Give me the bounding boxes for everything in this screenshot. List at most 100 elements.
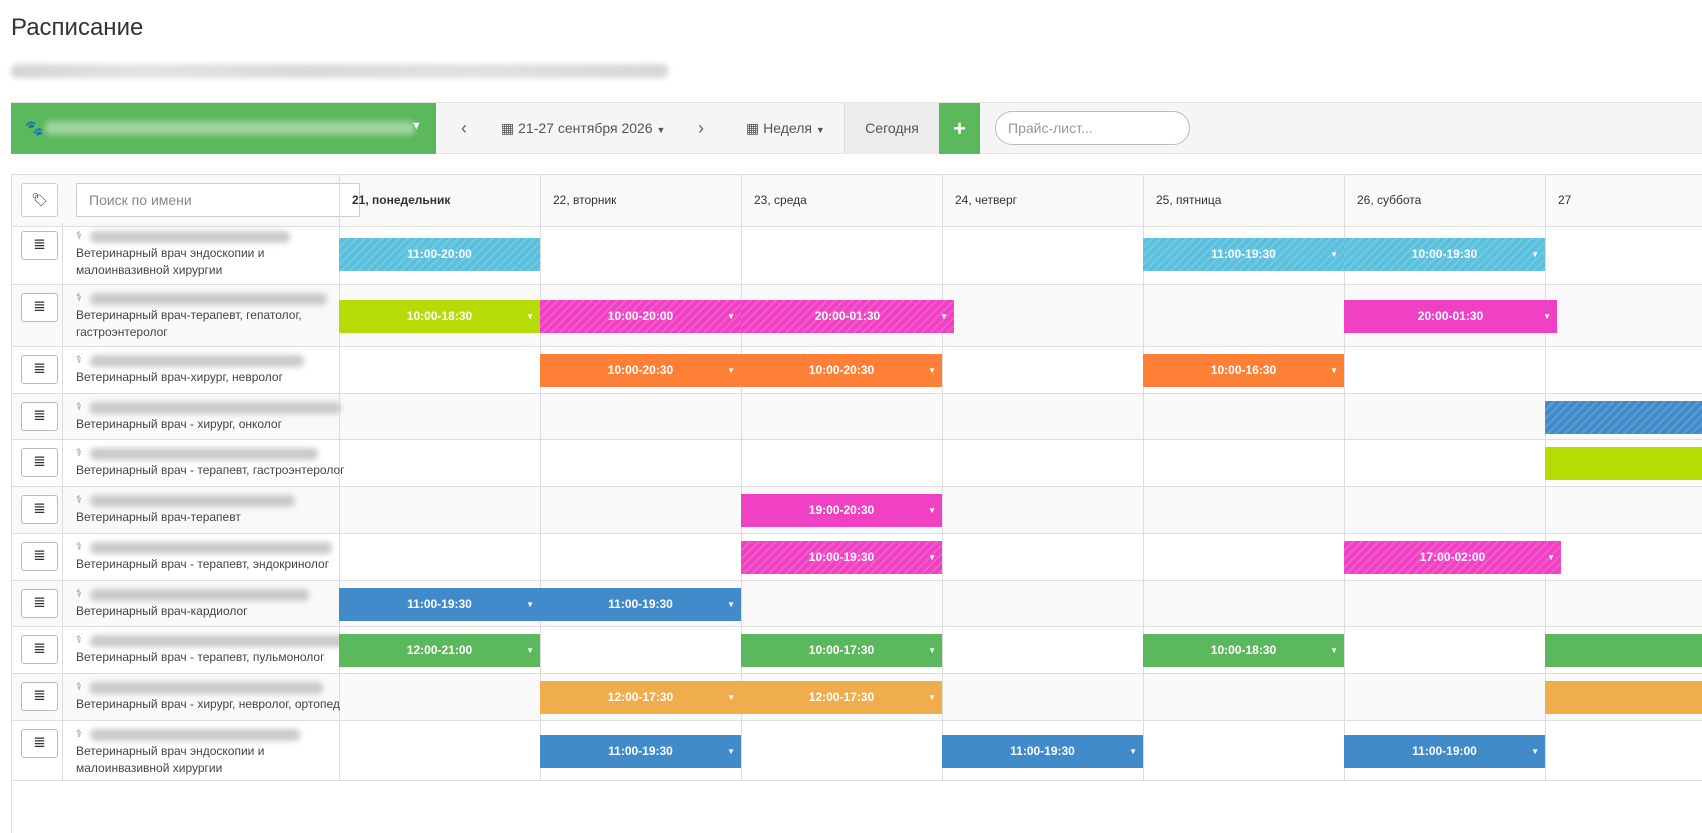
day-header: 25, пятница (1143, 175, 1344, 226)
chevron-down-icon[interactable]: ▼ (526, 634, 534, 667)
chevron-down-icon[interactable]: ▼ (1531, 735, 1539, 768)
shift-block[interactable]: 11:00-19:30 ▼ (540, 735, 741, 768)
list-icon: ≣ (33, 453, 46, 470)
row-menu-button[interactable]: ≣ (21, 293, 58, 322)
shift-time: 11:00-19:30 (608, 597, 673, 611)
column-divider (942, 347, 943, 393)
shift-block[interactable]: 10:00-18:30 ▼ (1143, 634, 1344, 667)
today-button[interactable]: Сегодня (844, 103, 939, 154)
name-search-input[interactable] (76, 183, 360, 217)
chevron-down-icon[interactable]: ▼ (1543, 300, 1551, 333)
chevron-down-icon[interactable]: ▼ (1330, 634, 1338, 667)
shift-block[interactable]: 10:00-19:30 ▼ (741, 541, 942, 574)
chevron-down-icon[interactable]: ▼ (1330, 354, 1338, 387)
chevron-down-icon[interactable]: ▼ (928, 354, 936, 387)
chevron-down-icon[interactable]: ▼ (1330, 238, 1338, 271)
row-menu-button[interactable]: ≣ (21, 495, 58, 524)
column-divider (1545, 721, 1546, 780)
chevron-down-icon[interactable]: ▼ (940, 300, 948, 333)
row-menu-button[interactable]: ≣ (21, 355, 58, 384)
chevron-down-icon[interactable]: ▼ (928, 541, 936, 574)
shift-block[interactable]: 10:00-16:30 ▼ (1143, 354, 1344, 387)
clinic-name-redacted (45, 121, 415, 135)
row-menu-button[interactable]: ≣ (21, 231, 58, 260)
date-range-picker[interactable]: ▦ 21-27 сентября 2026 ▼ (501, 103, 665, 154)
shift-block[interactable]: 11:00-19:30 ▼ (540, 588, 741, 621)
chevron-down-icon[interactable]: ▼ (1129, 735, 1137, 768)
shift-time: 10:00-16:30 (1210, 363, 1277, 377)
doctor-name-redacted (90, 682, 323, 694)
shift-block[interactable]: 11:00-19:30 ▼ (942, 735, 1143, 768)
column-divider (942, 440, 943, 486)
chevron-down-icon[interactable]: ▼ (526, 588, 534, 621)
chevron-down-icon[interactable]: ▼ (1531, 238, 1539, 271)
shift-block[interactable]: 12:00-17:30 ▼ (741, 681, 942, 714)
chevron-down-icon[interactable]: ▼ (727, 354, 735, 387)
row-menu-button[interactable]: ≣ (21, 542, 58, 571)
shift-block[interactable]: 10:00-20:30 ▼ (741, 354, 942, 387)
column-divider (741, 440, 742, 486)
price-list-input[interactable] (995, 111, 1190, 145)
chevron-down-icon[interactable]: ▼ (727, 681, 735, 714)
shift-block[interactable]: 20:00-01:30 ▼ (1344, 300, 1557, 333)
shift-block[interactable]: 11:00-20:00 (339, 238, 540, 271)
doctor-name-redacted (90, 231, 290, 243)
row-menu-button[interactable]: ≣ (21, 682, 58, 711)
shift-time: 20:00-01:30 (814, 309, 881, 323)
chevron-down-icon[interactable]: ▼ (727, 588, 735, 621)
doctor-name-redacted (90, 448, 318, 460)
add-shift-button[interactable]: + (939, 103, 980, 154)
shift-time: 19:00-20:30 (808, 503, 875, 517)
chevron-down-icon[interactable]: ▼ (928, 681, 936, 714)
row-menu-button[interactable]: ≣ (21, 402, 58, 431)
shift-block[interactable] (1545, 447, 1702, 480)
column-divider (62, 347, 63, 393)
shift-time: 20:00-01:30 (1417, 309, 1484, 323)
row-menu-button[interactable]: ≣ (21, 729, 58, 758)
paw-icon: 🐾 (25, 120, 44, 137)
column-divider (540, 534, 541, 580)
shift-block[interactable]: 11:00-19:00 ▼ (1344, 735, 1545, 768)
list-icon: ≣ (33, 360, 46, 377)
shift-block[interactable]: 19:00-20:30 ▼ (741, 494, 942, 527)
chevron-down-icon[interactable]: ▼ (727, 735, 735, 768)
clinic-select[interactable]: 🐾 ▼ (11, 103, 436, 154)
doctor-specialty: Ветеринарный врач эндоскопии и малоинваз… (76, 744, 265, 775)
tag-filter-button[interactable]: 🏷 (21, 183, 58, 217)
chevron-down-icon[interactable]: ▼ (928, 494, 936, 527)
chevron-down-icon[interactable]: ▼ (526, 300, 534, 333)
shift-block[interactable]: 12:00-21:00 ▼ (339, 634, 540, 667)
shift-block[interactable]: 10:00-20:30 ▼ (540, 354, 741, 387)
shift-block[interactable]: 10:00-17:30 ▼ (741, 634, 942, 667)
shift-block[interactable]: 10:00-18:30 ▼ (339, 300, 540, 333)
doctor-row: ≣ ⚕ Ветеринарный врач-терапевт 19:00-20:30 ▼ (12, 487, 1702, 534)
chevron-down-icon[interactable]: ▼ (727, 300, 735, 333)
shift-block[interactable]: 20:00-01:30 ▼ (741, 300, 954, 333)
column-divider (942, 487, 943, 533)
column-divider (942, 627, 943, 673)
chevron-down-icon[interactable]: ▼ (928, 634, 936, 667)
prev-week-button[interactable]: ‹ (461, 103, 467, 154)
shift-block[interactable] (1545, 401, 1702, 434)
chevron-down-icon[interactable]: ▼ (1547, 541, 1555, 574)
shift-block[interactable] (1545, 681, 1702, 714)
shift-time: 11:00-19:30 (608, 744, 673, 758)
shift-block[interactable]: 11:00-19:30 ▼ (339, 588, 540, 621)
doctor-name-redacted (90, 355, 304, 367)
row-menu-button[interactable]: ≣ (21, 589, 58, 618)
shift-block[interactable]: 11:00-19:30 ▼ (1143, 238, 1344, 271)
row-menu-button[interactable]: ≣ (21, 635, 58, 664)
doctor-specialty: Ветеринарный врач-терапевт (76, 510, 241, 524)
row-menu-button[interactable]: ≣ (21, 448, 58, 477)
doctor-row: ≣ ⚕ Ветеринарный врач - хирург, онколог (12, 394, 1702, 440)
shift-block[interactable]: 12:00-17:30 ▼ (540, 681, 741, 714)
shift-block[interactable]: 17:00-02:00 ▼ (1344, 541, 1561, 574)
next-week-button[interactable]: › (698, 103, 704, 154)
shift-block[interactable]: 10:00-19:30 ▼ (1344, 238, 1545, 271)
doctor-name-redacted (90, 729, 300, 741)
column-divider (62, 581, 63, 626)
shift-block[interactable] (1545, 634, 1702, 667)
view-mode-select[interactable]: ▦ Неделя ▼ (746, 103, 825, 154)
column-divider (62, 223, 63, 284)
shift-block[interactable]: 10:00-20:00 ▼ (540, 300, 741, 333)
